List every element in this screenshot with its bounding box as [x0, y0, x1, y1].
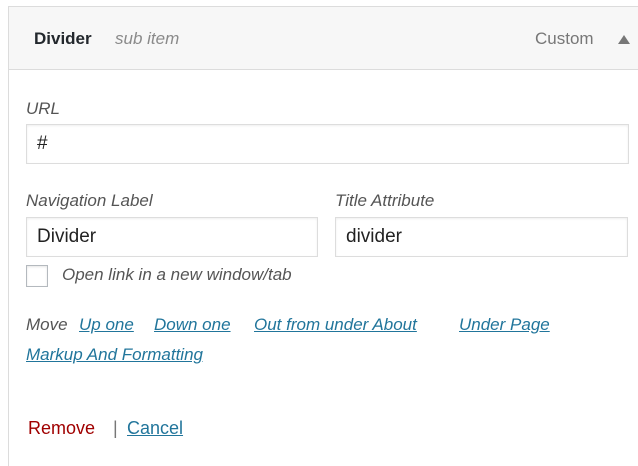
triangle-up-icon[interactable]: [617, 33, 631, 45]
title-attribute-label: Title Attribute: [335, 191, 435, 210]
url-input[interactable]: [26, 124, 629, 164]
menu-item-type: Custom: [535, 29, 594, 48]
move-markup-link[interactable]: Markup And Formatting: [26, 345, 203, 365]
remove-link[interactable]: Remove: [28, 418, 95, 439]
url-label: URL: [26, 99, 61, 118]
navigation-label-label: Navigation Label: [26, 191, 153, 210]
menu-item-title: Divider: [34, 29, 92, 48]
cancel-link[interactable]: Cancel: [127, 418, 183, 439]
menu-item-header[interactable]: Divider sub item Custom: [9, 7, 638, 70]
move-down-one-link[interactable]: Down one: [154, 315, 231, 335]
title-attribute-input[interactable]: [335, 217, 628, 257]
move-out-from-under-link[interactable]: Out from under About: [254, 315, 417, 335]
action-separator: |: [113, 418, 118, 438]
move-label: Move: [26, 315, 68, 334]
move-up-one-link[interactable]: Up one: [79, 315, 134, 335]
open-new-tab-label: Open link in a new window/tab: [62, 265, 292, 284]
move-under-page-link[interactable]: Under Page: [459, 315, 550, 335]
open-new-tab-checkbox[interactable]: [26, 265, 48, 287]
menu-item-subtitle: sub item: [115, 29, 180, 48]
navigation-label-input[interactable]: [26, 217, 318, 257]
menu-item-settings: Divider sub item Custom URL Navigation L…: [8, 6, 638, 466]
